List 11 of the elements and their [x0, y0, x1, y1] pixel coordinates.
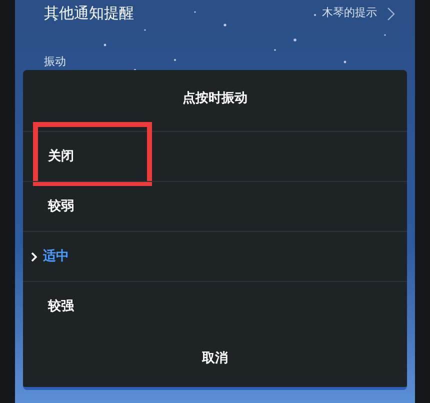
chevron-right-icon[interactable]	[387, 6, 395, 20]
cancel-button[interactable]: 取消	[190, 349, 240, 369]
dialog-title: 点按时振动	[182, 90, 248, 108]
option-item[interactable]: 关闭	[48, 146, 74, 166]
chevron-right-icon	[31, 252, 37, 262]
option-item[interactable]: 较弱	[48, 196, 74, 216]
option-item[interactable]: 较强	[48, 296, 74, 316]
setting-value: 木琴的提示	[322, 5, 377, 22]
setting-label: 其他通知提醒	[44, 3, 135, 24]
option-item[interactable]: 适中	[31, 246, 69, 266]
section-label: 振动	[44, 55, 66, 68]
